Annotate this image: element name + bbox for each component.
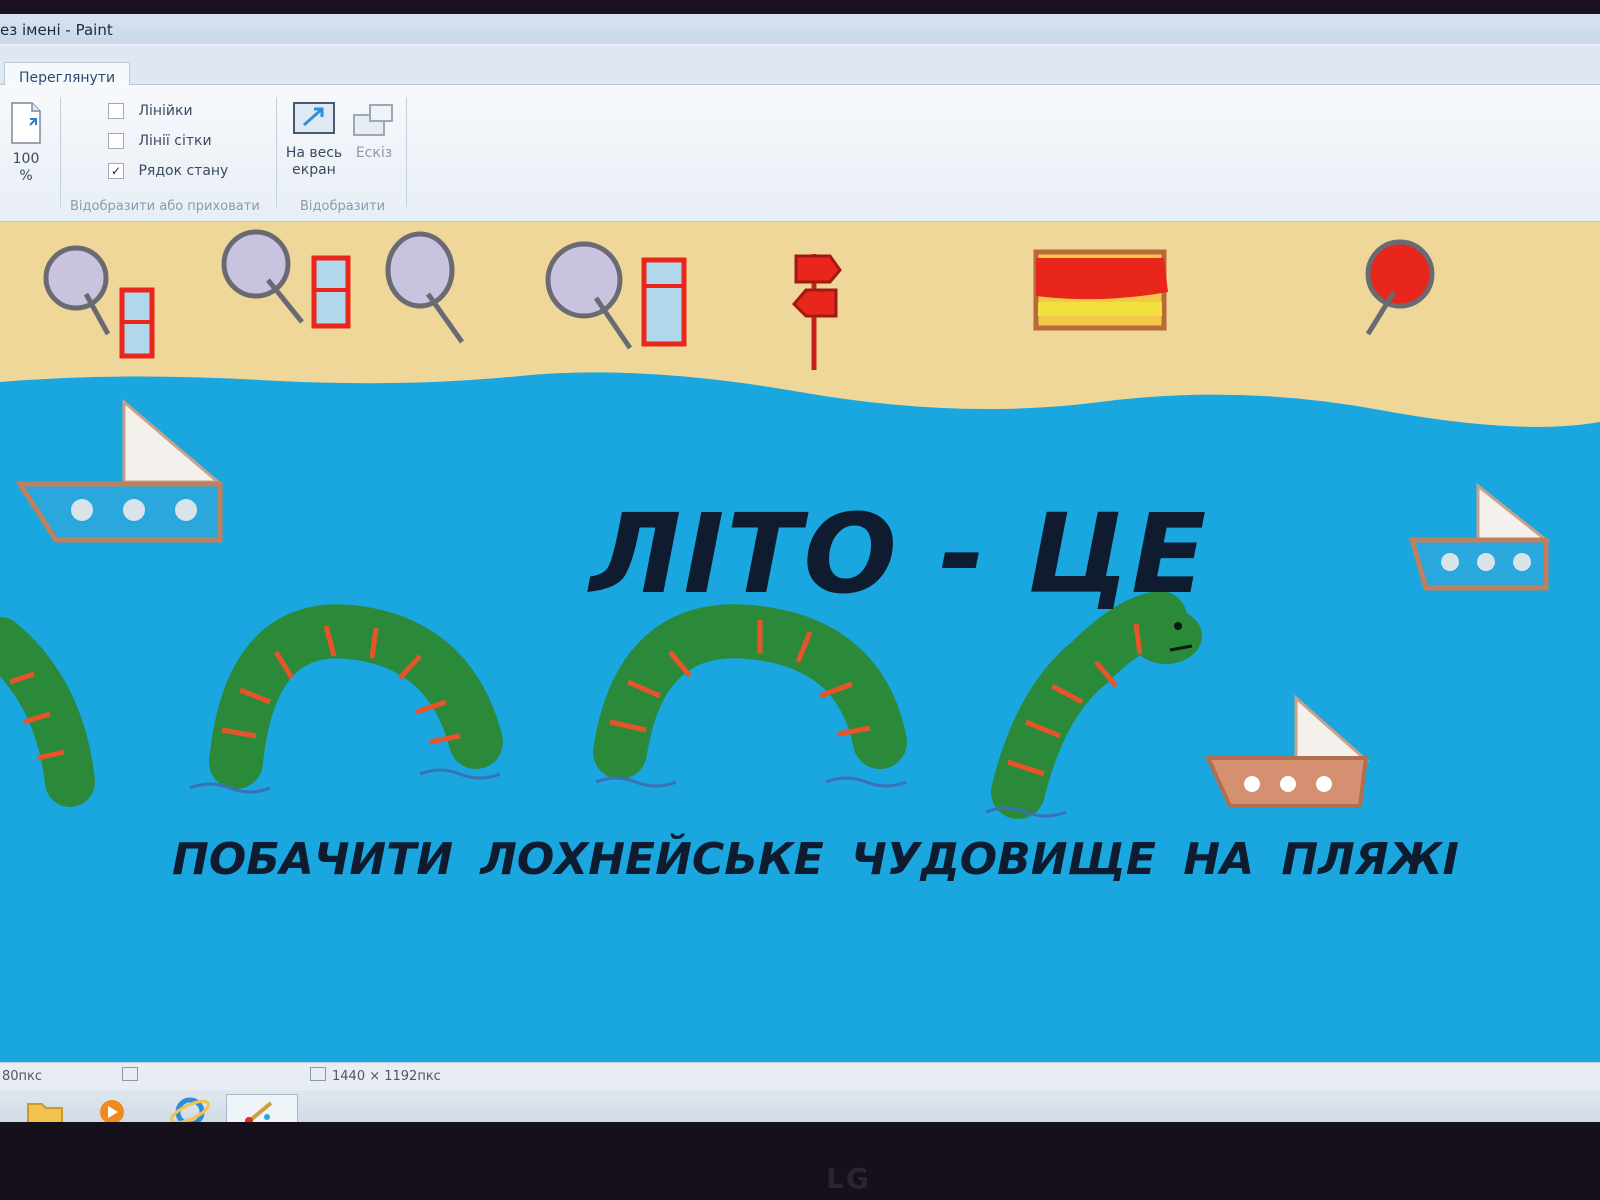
headline-text: ЛІТО - ЦЕ	[590, 490, 1209, 618]
taskbar-folder[interactable]	[14, 1094, 76, 1122]
thumbnail-icon	[353, 104, 393, 136]
fullscreen-label-1: На весь	[285, 145, 343, 161]
gridlines-toggle[interactable]: Лінії сітки	[108, 133, 212, 155]
paint-icon	[245, 1101, 273, 1122]
thumbnail-button[interactable]: Ескіз	[350, 101, 398, 162]
folder-icon	[27, 1103, 63, 1122]
statusbar-toggle[interactable]: ✓ Рядок стану	[108, 163, 228, 185]
media-player-icon	[100, 1100, 124, 1122]
fullscreen-label-2: екран	[292, 162, 336, 178]
taskbar-media-player[interactable]	[84, 1094, 146, 1122]
beach-towel	[1033, 249, 1168, 331]
gridlines-label: Лінії сітки	[138, 133, 212, 149]
cursor-position: 80пкс	[2, 1069, 43, 1084]
status-bar: 80пкс 1440 × 1192пкс	[0, 1062, 1600, 1091]
page-zoom-icon	[11, 102, 41, 144]
group-separator	[276, 97, 277, 207]
canvas-size-icon	[310, 1067, 326, 1081]
ribbon-tabs: Переглянути	[0, 46, 1600, 93]
beach-cabin	[641, 257, 687, 347]
rulers-toggle[interactable]: Лінійки	[108, 103, 193, 125]
canvas-drawing	[0, 222, 1600, 1062]
checkmark-icon: ✓	[110, 164, 122, 178]
paint-canvas[interactable]: ЛІТО - ЦЕ ПОБАЧИТИ ЛОХНЕЙСЬКЕ ЧУДОВИЩЕ Н…	[0, 222, 1600, 1062]
monitor-brand-logo: LG	[826, 1162, 871, 1195]
ribbon: 100 % Лінійки Лінії сітки ✓ Рядок стану …	[0, 85, 1600, 222]
canvas-dimensions: 1440 × 1192пкс	[332, 1069, 441, 1084]
monitor-screen: ез імені - Paint Переглянути 100 % Ліній…	[0, 14, 1600, 1122]
group-label-display: Відобразити	[300, 199, 386, 214]
statusbar-label: Рядок стану	[138, 163, 229, 179]
title-bar[interactable]: ез імені - Paint	[0, 14, 1600, 44]
group-separator	[60, 97, 61, 207]
zoom-value: 100	[12, 151, 40, 167]
window-title: ез імені - Paint	[0, 21, 113, 39]
selection-icon	[122, 1067, 138, 1081]
fullscreen-icon	[293, 102, 335, 134]
zoom-100-button[interactable]: 100 %	[4, 101, 48, 185]
group-label-show-hide: Відобразити або приховати	[70, 199, 260, 214]
taskbar-internet-explorer[interactable]	[160, 1094, 222, 1122]
gridlines-checkbox[interactable]	[108, 133, 124, 149]
monitor-bezel: LG	[0, 1122, 1600, 1200]
subline-text: ПОБАЧИТИ ЛОХНЕЙСЬКЕ ЧУДОВИЩЕ НА ПЛЯЖІ	[172, 834, 1459, 885]
group-separator	[406, 97, 407, 207]
rulers-checkbox[interactable]	[108, 103, 124, 119]
rulers-label: Лінійки	[138, 103, 193, 119]
taskbar	[0, 1090, 1600, 1122]
statusbar-checkbox[interactable]: ✓	[108, 163, 124, 179]
thumbnail-label: Ескіз	[355, 145, 393, 161]
fullscreen-button[interactable]: На весь екран	[282, 101, 346, 179]
taskbar-paint[interactable]	[226, 1094, 298, 1122]
internet-explorer-icon	[170, 1097, 210, 1122]
zoom-unit: %	[19, 168, 33, 184]
